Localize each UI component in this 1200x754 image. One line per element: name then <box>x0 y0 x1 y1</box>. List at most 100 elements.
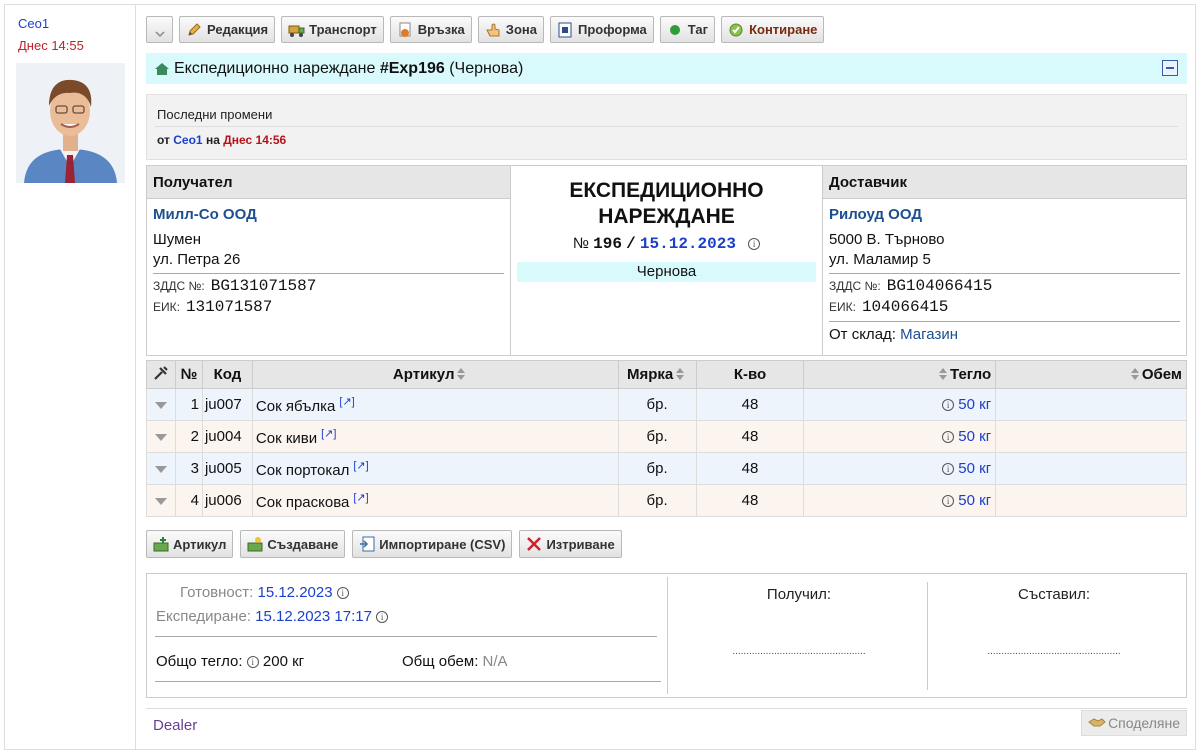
external-link-icon[interactable]: [↗] <box>339 396 354 408</box>
weight-value: 50 кг <box>958 492 992 509</box>
eik-label: ЕИК: <box>829 300 856 314</box>
tools-column-header[interactable] <box>146 360 176 389</box>
dealer-link[interactable]: Dealer <box>153 717 197 734</box>
total-volume-label: Общ обем: <box>402 653 479 670</box>
row-article: Сок ябълка [↗] <box>251 388 619 421</box>
row-measure: бр. <box>617 484 697 517</box>
link-button[interactable]: Връзка <box>389 16 472 43</box>
chevron-down-icon <box>154 498 167 505</box>
supplier-store-link[interactable]: Магазин <box>900 326 958 343</box>
total-volume-value: N/A <box>482 653 508 670</box>
info-icon[interactable]: i <box>942 495 955 507</box>
external-link-icon[interactable]: [↗] <box>353 460 368 472</box>
row-qty: 48 <box>695 420 805 453</box>
measure-column-header[interactable]: Мярка <box>617 360 697 389</box>
ready-date: 15.12.2023 <box>257 584 333 601</box>
row-article: Сок киви [↗] <box>251 420 619 453</box>
external-link-icon[interactable]: [↗] <box>353 492 368 504</box>
transport-button-label: Транспорт <box>309 22 377 37</box>
row-menu[interactable] <box>146 388 176 421</box>
truck-icon <box>288 22 305 38</box>
vat-label: ЗДДС №: <box>153 279 205 293</box>
sort-icon <box>675 368 685 380</box>
recipient-address: ул. Петра 26 <box>153 251 241 268</box>
recipient-name[interactable]: Милл-Со ООД <box>153 206 504 223</box>
collapse-button[interactable] <box>1162 60 1178 76</box>
info-icon[interactable]: i <box>376 611 389 623</box>
info-icon[interactable]: i <box>942 399 955 411</box>
contiranie-button[interactable]: Контиране <box>721 16 825 43</box>
delete-button[interactable]: Изтриване <box>519 530 622 558</box>
changed-by-user[interactable]: Ceo1 <box>173 133 202 147</box>
import-csv-button[interactable]: Импортиране (CSV) <box>352 530 513 558</box>
author-column: Ceo1 Днес 14:55 <box>5 5 136 749</box>
row-qty: 48 <box>695 388 805 421</box>
recipient-eik-row: ЕИК: 131071587 <box>153 298 504 316</box>
contiranie-button-label: Контиране <box>749 22 818 37</box>
edit-button[interactable]: Редакция <box>179 16 276 43</box>
qty-column-header: К-во <box>695 360 805 389</box>
ready-row: Готовност: 15.12.2023 i <box>180 584 349 601</box>
received-label: Получил: <box>766 586 832 603</box>
row-code: ju007 <box>201 388 253 421</box>
total-weight-label: Общо тегло: <box>156 653 243 670</box>
supplier-vat-row: ЗДДС №: BG104066415 <box>829 277 1180 295</box>
supplier-address: ул. Маламир 5 <box>829 251 931 268</box>
document-heading-column: ЕКСПЕДИЦИОННО НАРЕЖДАНЕ № 196 / 15.12.20… <box>511 166 822 355</box>
zone-button[interactable]: Зона <box>477 16 544 43</box>
share-label: Споделяне <box>1108 715 1180 731</box>
vat-label: ЗДДС №: <box>829 279 881 293</box>
compiled-signature-line: ........................................… <box>987 646 1121 657</box>
share-button[interactable]: Споделяне <box>1081 710 1187 736</box>
external-link-icon[interactable]: [↗] <box>321 428 336 440</box>
create-button[interactable]: Създаване <box>240 530 346 558</box>
document-title-prefix: Експедиционно нареждане <box>174 59 376 77</box>
weight-column-header[interactable]: Тегло <box>803 360 997 389</box>
info-icon[interactable]: i <box>246 656 259 668</box>
sort-icon <box>456 368 466 380</box>
article-column-header[interactable]: Артикул <box>251 360 619 389</box>
author-link[interactable]: Ceo1 <box>18 16 49 31</box>
row-menu[interactable] <box>146 484 176 517</box>
weight-header-label: Тегло <box>950 366 992 383</box>
info-icon[interactable]: i <box>336 587 349 599</box>
document-toolbar: Редакция Транспорт Връзка Зона Проформа … <box>146 16 825 43</box>
table-row: 2 ju004 Сок киви [↗] бр. 48 i 50 кг <box>146 420 1187 453</box>
delete-label: Изтриване <box>546 536 615 552</box>
ship-row: Експедиране: 15.12.2023 17:17 i <box>156 608 389 625</box>
row-volume <box>995 420 1187 453</box>
check-circle-icon <box>728 22 744 38</box>
row-weight: i 50 кг <box>803 420 997 453</box>
last-changes-panel: Последни промени от Ceo1 на Днес 14:56 <box>146 94 1187 160</box>
tag-button[interactable]: Таг <box>659 16 716 43</box>
parties-panel: Получател Милл-Со ООД Шумен ул. Петра 26… <box>146 165 1187 356</box>
info-icon[interactable]: i <box>748 238 761 250</box>
add-article-button[interactable]: Артикул <box>146 530 234 558</box>
number-label: № <box>572 235 589 252</box>
tag-button-label: Таг <box>687 22 709 37</box>
recipient-column: Получател Милл-Со ООД Шумен ул. Петра 26… <box>147 166 511 355</box>
proforma-button[interactable]: Проформа <box>549 16 654 43</box>
toolbar-dropdown-button[interactable] <box>146 16 173 43</box>
row-volume <box>995 484 1187 517</box>
row-num: 1 <box>174 388 203 421</box>
article-name: Сок ябълка <box>255 397 336 415</box>
pencil-icon <box>186 22 202 38</box>
compiled-label: Съставил: <box>1017 586 1091 603</box>
volume-column-header[interactable]: Обем <box>995 360 1187 389</box>
changed-when: Днес 14:56 <box>223 133 287 147</box>
chevron-down-icon <box>154 26 165 37</box>
transport-button[interactable]: Транспорт <box>281 16 384 43</box>
info-icon[interactable]: i <box>942 431 955 443</box>
info-icon[interactable]: i <box>942 463 955 475</box>
row-menu[interactable] <box>146 452 176 485</box>
edit-button-label: Редакция <box>207 22 269 37</box>
row-measure: бр. <box>617 388 697 421</box>
row-num: 2 <box>174 420 203 453</box>
chevron-down-icon <box>154 466 167 473</box>
row-code: ju004 <box>201 420 253 453</box>
volume-header-label: Обем <box>1141 366 1182 383</box>
supplier-name[interactable]: Рилоуд ООД <box>829 206 1180 223</box>
document-footer: Готовност: 15.12.2023 i Експедиране: 15.… <box>146 573 1187 698</box>
row-menu[interactable] <box>146 420 176 453</box>
